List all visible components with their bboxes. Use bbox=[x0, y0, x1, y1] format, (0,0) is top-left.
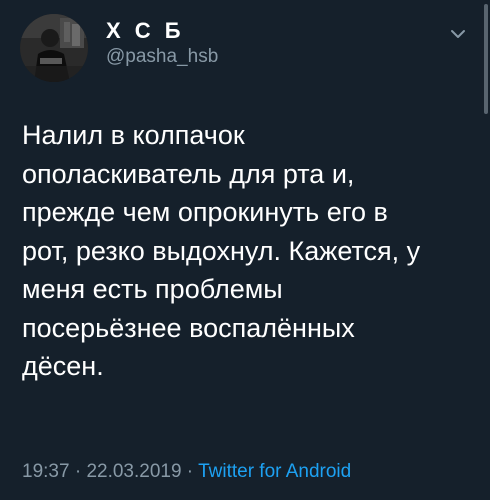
display-name[interactable]: Х С Б bbox=[106, 18, 185, 44]
scrollbar[interactable] bbox=[484, 4, 488, 114]
tweet-text-line: меня есть проблемы bbox=[22, 274, 283, 304]
tweet-text-line: дёсен. bbox=[22, 351, 104, 381]
meta-separator: · bbox=[181, 461, 199, 482]
tweet-text-line: рот, резко выдохнул. Кажется, у bbox=[22, 235, 421, 266]
tweet-source-link[interactable]: Twitter for Android bbox=[198, 461, 351, 482]
meta-separator: · bbox=[69, 461, 87, 482]
avatar[interactable] bbox=[20, 14, 88, 82]
tweet-text-line: посерьёзнее воспалённых bbox=[22, 312, 355, 343]
tweet-text-line: прежде чем опрокинуть его в bbox=[22, 197, 388, 227]
avatar-image bbox=[20, 14, 88, 82]
tweet-text: Налил в колпачок ополаскиватель для рта … bbox=[22, 116, 472, 386]
tweet-text-line: ополаскиватель для рта и, bbox=[22, 158, 355, 189]
tweet-meta: 19:37 · 22.03.2019 · Twitter for Android bbox=[22, 460, 351, 484]
tweet-date: 22.03.2019 bbox=[86, 461, 182, 482]
tweet-time: 19:37 bbox=[22, 461, 70, 482]
tweet-text-line: Налил в колпачок bbox=[22, 120, 245, 150]
chevron-down-icon[interactable] bbox=[446, 24, 470, 44]
user-handle[interactable]: @pasha_hsb bbox=[106, 46, 218, 68]
